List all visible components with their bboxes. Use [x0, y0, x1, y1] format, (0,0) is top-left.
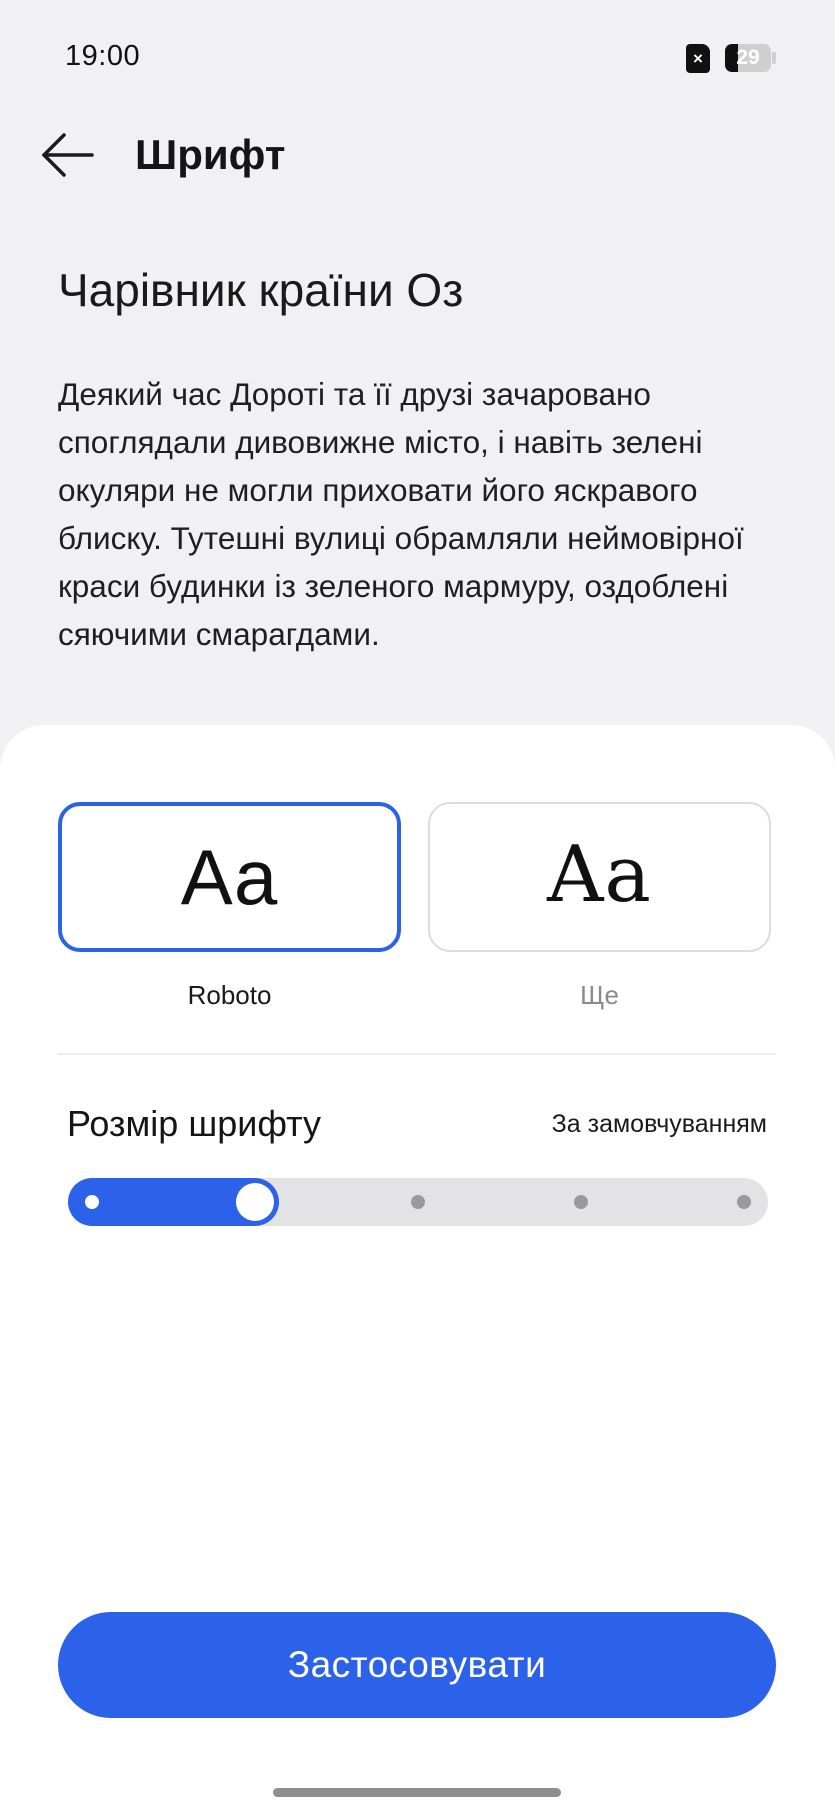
slider-step-dot — [411, 1195, 425, 1209]
battery-icon: 29 — [725, 44, 771, 72]
back-button[interactable] — [30, 123, 100, 187]
font-settings-sheet: Aa Roboto Aa Ще Розмір шрифту За замовчу… — [0, 725, 835, 1813]
slider-step-dot — [85, 1195, 99, 1209]
sim-no-card-icon: × — [686, 44, 710, 73]
battery-cap — [772, 52, 776, 64]
font-size-value: За замовчуванням — [551, 1110, 767, 1138]
font-label-more: Ще — [580, 980, 619, 1010]
preview-text: Деякий час Дороті та її друзі зачаровано… — [58, 376, 744, 652]
status-bar: 19:00 × 29 — [0, 0, 835, 115]
font-preview: Чарівник країни Оз Деякий час Дороті та … — [58, 262, 788, 658]
slider-thumb[interactable] — [236, 1183, 274, 1221]
apply-button[interactable]: Застосовувати — [58, 1612, 776, 1718]
font-size-label: Розмір шрифту — [67, 1103, 322, 1144]
slider-step-dot — [574, 1195, 588, 1209]
font-sample-roboto: Aa — [180, 833, 279, 921]
font-option-roboto[interactable]: Aa — [58, 802, 401, 952]
slider-step-dot — [737, 1195, 751, 1209]
status-time: 19:00 — [65, 40, 141, 72]
header: Шрифт — [0, 115, 835, 195]
battery-level: 29 — [736, 46, 760, 69]
arrow-left-icon — [42, 133, 94, 177]
page-title: Шрифт — [135, 131, 286, 178]
font-option-more[interactable]: Aa — [428, 802, 771, 952]
divider — [58, 1053, 776, 1055]
font-sample-more: Aa — [547, 830, 652, 920]
font-size-slider[interactable] — [68, 1178, 768, 1226]
preview-title: Чарівник країни Оз — [58, 264, 464, 316]
font-label-roboto: Roboto — [187, 980, 272, 1010]
home-indicator[interactable] — [273, 1788, 561, 1797]
